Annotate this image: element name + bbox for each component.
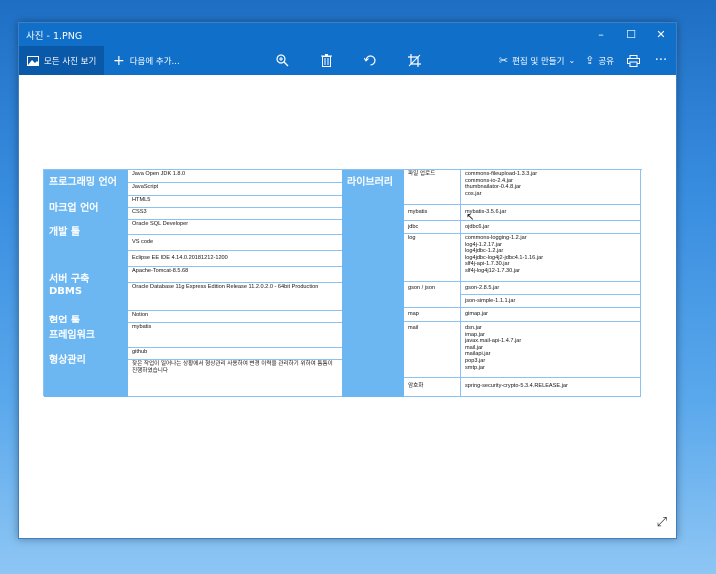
library-jar-cell: gimap.jar: [461, 308, 641, 322]
library-jar-cell: spring-security-crypto-5.3.4.RELEASE.jar: [461, 378, 641, 397]
category-cell: 형상관리: [44, 348, 128, 397]
value-cell: Apache-Tomcat-8.5.68: [128, 267, 343, 283]
title-bar[interactable]: 사진 - 1.PNG – ☐ ✕: [19, 23, 676, 46]
library-jar-cell: commons-logging-1.2.jar log4j-1.2.17.jar…: [461, 234, 641, 282]
all-photos-button[interactable]: 모든 사진 보기: [19, 46, 104, 75]
category-cell: 개발 툴: [44, 220, 128, 267]
value-cell: Oracle SQL Developer: [128, 220, 343, 235]
library-name-cell: gson / json: [404, 282, 461, 308]
crop-icon[interactable]: [405, 52, 423, 70]
value-cell: Oracle Database 11g Express Edition Rele…: [128, 283, 343, 311]
edit-create-button[interactable]: ✂ 편집 및 만들기 ⌄: [499, 54, 575, 67]
category-cell: 협업 툴: [44, 311, 128, 327]
add-to-button[interactable]: + 다음에 추가...: [113, 53, 180, 69]
trash-icon[interactable]: [317, 52, 335, 70]
value-cell: CSS3: [128, 208, 343, 220]
category-cell: 프로그래밍 언어: [44, 170, 128, 196]
value-cell: Eclipse EE IDE 4.14.0.20181212-1200: [128, 251, 343, 267]
mouse-cursor-icon: ↖: [466, 212, 475, 223]
category-cell: 프레임워크: [44, 323, 128, 348]
photo-icon: [27, 55, 39, 66]
share-button[interactable]: ⇪ 공유: [585, 54, 614, 67]
more-icon[interactable]: ···: [652, 52, 670, 70]
library-jar-cell: mybatis-3.5.6.jar: [461, 205, 641, 221]
category-cell: 서버 구축: [44, 267, 128, 285]
value-cell: github: [128, 348, 343, 360]
value-cell: Notion: [128, 311, 343, 323]
add-to-label: 다음에 추가...: [129, 56, 180, 67]
category-cell: 마크업 언어: [44, 196, 128, 220]
edit-icon: ✂: [498, 54, 509, 67]
tech-stack-image: 프로그래밍 언어 Java Open JDK 1.8.0 JavaScript …: [43, 169, 642, 397]
library-name-cell: mail: [404, 322, 461, 378]
library-jar-cell: json-simple-1.1.1.jar: [461, 295, 641, 308]
library-jar-cell: ojdbc6.jar: [461, 221, 641, 234]
share-label: 공유: [598, 56, 614, 67]
value-cell: 잦은 작업이 일어나는 상황에서 형상관리 사용하여 변경 이력을 관리하기 위…: [128, 360, 343, 397]
value-cell: JavaScript: [128, 183, 343, 196]
library-name-cell: log: [404, 234, 461, 282]
library-jar-cell: commons-fileupload-1.3.3.jar commons-io-…: [461, 170, 641, 205]
library-name-cell: map: [404, 308, 461, 322]
value-cell: HTML5: [128, 196, 343, 208]
window-title: 사진 - 1.PNG: [26, 30, 83, 42]
library-jar-cell: dsn.jar imap.jar javax.mail-api-1.4.7.ja…: [461, 322, 641, 378]
rotate-icon[interactable]: [361, 52, 379, 70]
library-name-cell: 암호화: [404, 378, 461, 397]
chevron-down-icon: ⌄: [568, 56, 576, 65]
maximize-button[interactable]: ☐: [616, 23, 646, 46]
zoom-in-icon[interactable]: [273, 52, 291, 70]
photos-app-window: 사진 - 1.PNG – ☐ ✕ 모든 사진 보기 + 다음에 추가... ✂ …: [18, 22, 677, 539]
expand-icon[interactable]: ⤢: [657, 515, 667, 530]
edit-create-label: 편집 및 만들기: [512, 56, 565, 67]
library-header: 라이브러리: [342, 170, 404, 397]
all-photos-label: 모든 사진 보기: [44, 56, 97, 67]
library-name-cell: 파일 업로드: [404, 170, 461, 205]
library-jar-cell: gson-2.8.5.jar: [461, 282, 641, 295]
print-icon[interactable]: [624, 52, 642, 70]
toolbar: 모든 사진 보기 + 다음에 추가... ✂ 편집 및 만들기 ⌄ ⇪ 공유 ·…: [19, 46, 676, 75]
value-cell: Java Open JDK 1.8.0: [128, 170, 343, 183]
value-cell: VS code: [128, 235, 343, 251]
photo-canvas: 프로그래밍 언어 Java Open JDK 1.8.0 JavaScript …: [19, 75, 676, 538]
share-icon: ⇪: [585, 54, 595, 67]
library-name-cell: jdbc: [404, 221, 461, 234]
plus-icon: +: [113, 52, 125, 69]
library-name-cell: mybatis: [404, 205, 461, 221]
library-table: 라이브러리 파일 업로드 commons-fileupload-1.3.3.ja…: [342, 169, 642, 397]
close-button[interactable]: ✕: [646, 23, 676, 46]
value-cell: mybatis: [128, 323, 343, 348]
category-cell: DBMS: [44, 283, 128, 311]
minimize-button[interactable]: –: [586, 23, 616, 46]
tech-table-left: 프로그래밍 언어 Java Open JDK 1.8.0 JavaScript …: [43, 169, 343, 397]
